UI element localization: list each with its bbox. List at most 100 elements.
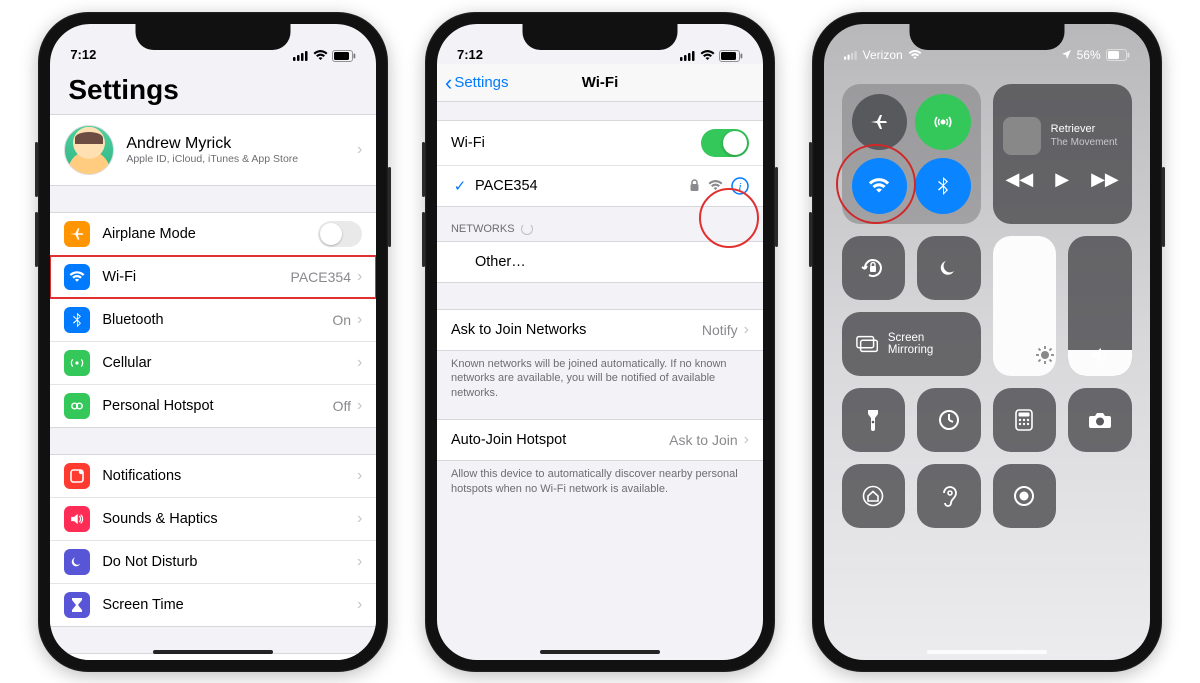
brightness-icon	[1034, 344, 1056, 366]
signal-icon	[844, 50, 858, 60]
screen: Verizon 56%	[824, 24, 1150, 660]
signal-icon	[293, 50, 309, 61]
info-icon[interactable]: i	[731, 177, 749, 195]
mirror-label: Screen Mirroring	[888, 332, 967, 356]
next-track-icon[interactable]: ▶▶	[1091, 169, 1119, 190]
profile-sub: Apple ID, iCloud, iTunes & App Store	[126, 153, 298, 165]
settings-row-sounds-haptics[interactable]: Sounds & Haptics ›	[50, 498, 376, 541]
auto-join-value: Ask to Join	[669, 432, 737, 448]
ask-join-label: Ask to Join Networks	[451, 322, 586, 338]
chevron-icon: ›	[357, 354, 362, 372]
timer-tile[interactable]	[917, 388, 981, 452]
wifi-toggle[interactable]	[701, 129, 749, 157]
prev-track-icon[interactable]: ◀◀	[1006, 169, 1034, 190]
alerts-section: Notifications › Sounds & Haptics › Do No…	[50, 454, 376, 627]
wifi-strength-icon	[708, 180, 723, 191]
connectivity-tile[interactable]	[842, 84, 981, 224]
auto-join-section: Auto-Join Hotspot Ask to Join ›	[437, 419, 763, 461]
auto-join-label: Auto-Join Hotspot	[451, 432, 566, 448]
row-label: Notifications	[102, 468, 181, 484]
settings-row-cellular[interactable]: Cellular ›	[50, 342, 376, 385]
settings-row-general[interactable]: General ›	[50, 654, 376, 660]
camera-tile[interactable]	[1068, 388, 1132, 452]
networks-header: NETWORKS	[437, 207, 763, 241]
flashlight-tile[interactable]	[842, 388, 906, 452]
control-center: Retriever The Movement ◀◀ ▶ ▶▶	[824, 24, 1150, 660]
settings-row-personal-hotspot[interactable]: Personal Hotspot Off›	[50, 385, 376, 427]
connected-network-label: PACE354	[475, 178, 538, 194]
auto-join-row[interactable]: Auto-Join Hotspot Ask to Join ›	[437, 420, 763, 460]
spinner-icon	[521, 223, 533, 235]
settings-row-do-not-disturb[interactable]: Do Not Disturb ›	[50, 541, 376, 584]
checkmark-icon: ✓	[451, 177, 469, 195]
home-tile[interactable]	[842, 464, 906, 528]
chevron-icon: ›	[357, 268, 362, 286]
screentime-icon	[64, 592, 90, 618]
home-indicator[interactable]	[153, 650, 273, 654]
status-icons	[293, 50, 356, 62]
connected-network-row[interactable]: ✓ PACE354 i	[437, 166, 763, 206]
notch	[136, 24, 291, 50]
wifi-status-icon	[908, 50, 922, 60]
media-title: Retriever	[1051, 123, 1118, 137]
status-bar: Verizon 56%	[824, 24, 1150, 64]
volume-icon	[1089, 344, 1111, 366]
ask-join-section: Ask to Join Networks Notify ›	[437, 309, 763, 351]
sounds-icon	[64, 506, 90, 532]
brightness-slider[interactable]	[993, 236, 1057, 376]
phone-wifi: 7:12 ‹ Settings Wi-Fi Wi-Fi	[425, 12, 775, 672]
ask-join-footer: Known networks will be joined automatica…	[437, 351, 763, 402]
status-time: 7:12	[70, 47, 96, 62]
settings-row-bluetooth[interactable]: Bluetooth On›	[50, 299, 376, 342]
ask-join-value: Notify	[702, 322, 738, 338]
row-value: Off	[333, 398, 351, 414]
chevron-icon: ›	[357, 553, 362, 571]
mirroring-icon	[856, 335, 878, 353]
bluetooth-toggle[interactable]	[915, 158, 971, 214]
nav-bar: ‹ Settings Wi-Fi	[437, 64, 763, 102]
dnd-tile[interactable]	[917, 236, 981, 300]
wifi-toggle[interactable]	[852, 158, 908, 214]
orientation-lock-tile[interactable]	[842, 236, 906, 300]
battery-icon	[1106, 49, 1130, 61]
phone-control-center: Verizon 56%	[812, 12, 1162, 672]
dnd-icon	[64, 549, 90, 575]
row-label: Bluetooth	[102, 312, 163, 328]
svg-text:i: i	[738, 181, 741, 193]
location-icon	[1061, 49, 1072, 60]
screen-record-tile[interactable]	[993, 464, 1057, 528]
play-icon[interactable]: ▶	[1055, 169, 1069, 190]
profile-row[interactable]: Andrew Myrick Apple ID, iCloud, iTunes &…	[50, 115, 376, 185]
networks-section: Other…	[437, 241, 763, 283]
settings-row-screen-time[interactable]: Screen Time ›	[50, 584, 376, 626]
cellular-icon	[64, 350, 90, 376]
chevron-icon: ›	[744, 431, 749, 449]
home-indicator[interactable]	[540, 650, 660, 654]
other-network-row[interactable]: Other…	[437, 242, 763, 282]
settings-row-notifications[interactable]: Notifications ›	[50, 455, 376, 498]
row-label: Do Not Disturb	[102, 554, 197, 570]
settings-row-airplane-mode[interactable]: Airplane Mode	[50, 213, 376, 256]
battery-icon	[719, 50, 743, 62]
cellular-toggle[interactable]	[915, 94, 971, 150]
chevron-left-icon: ‹	[445, 77, 452, 88]
volume-slider[interactable]	[1068, 236, 1132, 376]
screen: 7:12 Settings Andrew Myrick Apple ID, iC…	[50, 24, 376, 660]
ask-join-row[interactable]: Ask to Join Networks Notify ›	[437, 310, 763, 350]
avatar	[64, 125, 114, 175]
toggle[interactable]	[318, 221, 362, 247]
calculator-tile[interactable]	[993, 388, 1057, 452]
media-tile[interactable]: Retriever The Movement ◀◀ ▶ ▶▶	[993, 84, 1132, 224]
row-value: On	[332, 312, 351, 328]
lock-icon	[689, 179, 700, 192]
album-art	[1003, 117, 1041, 155]
settings-row-wi-fi[interactable]: Wi-Fi PACE354›	[50, 256, 376, 299]
hearing-tile[interactable]	[917, 464, 981, 528]
wifi-toggle-row[interactable]: Wi-Fi	[437, 121, 763, 166]
auto-join-footer: Allow this device to automatically disco…	[437, 461, 763, 497]
wifi-label: Wi-Fi	[451, 135, 485, 151]
screen-mirroring-tile[interactable]: Screen Mirroring	[842, 312, 981, 376]
home-indicator[interactable]	[927, 650, 1047, 654]
airplane-toggle[interactable]	[852, 94, 908, 150]
back-button[interactable]: ‹ Settings	[445, 74, 509, 91]
